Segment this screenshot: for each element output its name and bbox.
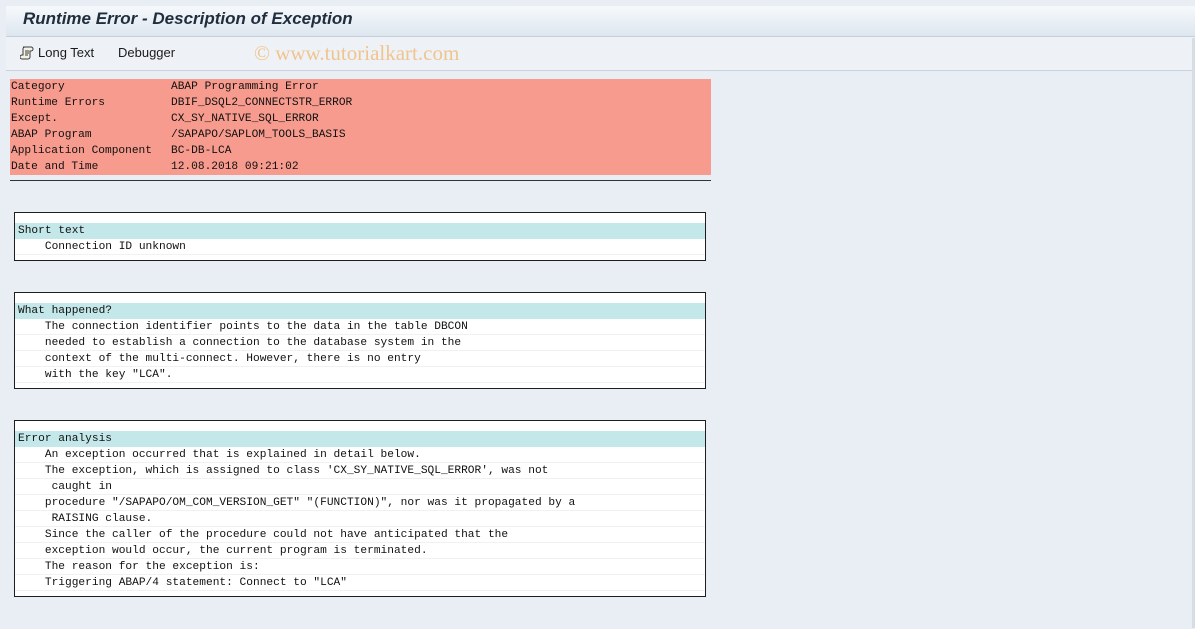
- header-row: Runtime Errors DBIF_DSQL2_CONNECTSTR_ERRO…: [10, 95, 711, 111]
- header-row-value: ABAP Programming Error: [171, 81, 319, 93]
- text-line: The reason for the exception is:: [15, 559, 705, 575]
- header-row: Date and Time 12.08.2018 09:21:02: [10, 159, 711, 175]
- header-row-value: DBIF_DSQL2_CONNECTSTR_ERROR: [171, 97, 353, 109]
- long-text-button[interactable]: Long Text: [19, 45, 95, 60]
- header-row-key: Runtime Errors: [11, 97, 105, 109]
- header-row: ABAP Program/SAPAPO/SAPLOM_TOOLS_BASIS: [10, 127, 711, 143]
- text-line: The exception, which is assigned to clas…: [15, 463, 705, 479]
- header-row-key: ABAP Program: [11, 129, 92, 141]
- text-line: RAISING clause.: [15, 511, 705, 527]
- header-divider: [10, 180, 711, 181]
- text-line: Connection ID unknown: [15, 239, 705, 255]
- what-happened-heading: What happened?: [15, 303, 705, 319]
- title-bar: Runtime Error - Description of Exception: [6, 6, 1195, 37]
- header-row-key: Except.: [11, 113, 58, 125]
- short-text-section: Short text Connection ID unknown: [14, 212, 706, 261]
- text-line: The connection identifier points to the …: [15, 319, 705, 335]
- text-line: Since the caller of the procedure could …: [15, 527, 705, 543]
- header-row-key: Application Component: [11, 145, 152, 157]
- short-text-heading: Short text: [15, 223, 705, 239]
- header-row: Category ABAP Programming Error: [10, 79, 711, 95]
- header-row: Except. CX_SY_NATIVE_SQL_ERROR: [10, 111, 711, 127]
- error-analysis-section: Error analysis An exception occurred tha…: [14, 420, 706, 597]
- text-line: procedure "/SAPAPO/OM_COM_VERSION_GET" "…: [15, 495, 705, 511]
- watermark: © www.tutorialkart.com: [254, 41, 460, 65]
- error-analysis-heading: Error analysis: [15, 431, 705, 447]
- header-row: Application Component BC-DB-LCA: [10, 143, 711, 159]
- text-line: An exception occurred that is explained …: [15, 447, 705, 463]
- what-happened-section: What happened? The connection identifier…: [14, 292, 706, 389]
- scroll-icon: [19, 45, 35, 60]
- header-row-value: 12.08.2018 09:21:02: [171, 161, 299, 173]
- debugger-button[interactable]: Debugger: [118, 45, 175, 60]
- text-line: Triggering ABAP/4 statement: Connect to …: [15, 575, 705, 591]
- header-row-key: Date and Time: [11, 161, 99, 173]
- header-row-value: /SAPAPO/SAPLOM_TOOLS_BASIS: [171, 129, 346, 141]
- error-header-table: Category ABAP Programming Error Runtime Er…: [10, 79, 711, 175]
- debugger-label: Debugger: [118, 45, 176, 60]
- text-line: exception would occur, the current progr…: [15, 543, 705, 559]
- header-row-value: CX_SY_NATIVE_SQL_ERROR: [171, 113, 319, 125]
- header-row-value: BC-DB-LCA: [171, 145, 232, 157]
- window-title: Runtime Error - Description of Exception: [23, 9, 353, 28]
- application-toolbar: Long Text Debugger © www.tutorialkart.co…: [6, 37, 1195, 71]
- text-line: with the key "LCA".: [15, 367, 705, 383]
- text-line: needed to establish a connection to the …: [15, 335, 705, 351]
- short-text-body: Connection ID unknown: [15, 239, 705, 255]
- long-text-label: Long Text: [38, 45, 95, 60]
- text-line: caught in: [15, 479, 705, 495]
- what-happened-body: The connection identifier points to the …: [15, 319, 705, 383]
- header-row-key: Category: [11, 81, 65, 93]
- error-analysis-body: An exception occurred that is explained …: [15, 447, 705, 591]
- text-line: context of the multi-connect. However, t…: [15, 351, 705, 367]
